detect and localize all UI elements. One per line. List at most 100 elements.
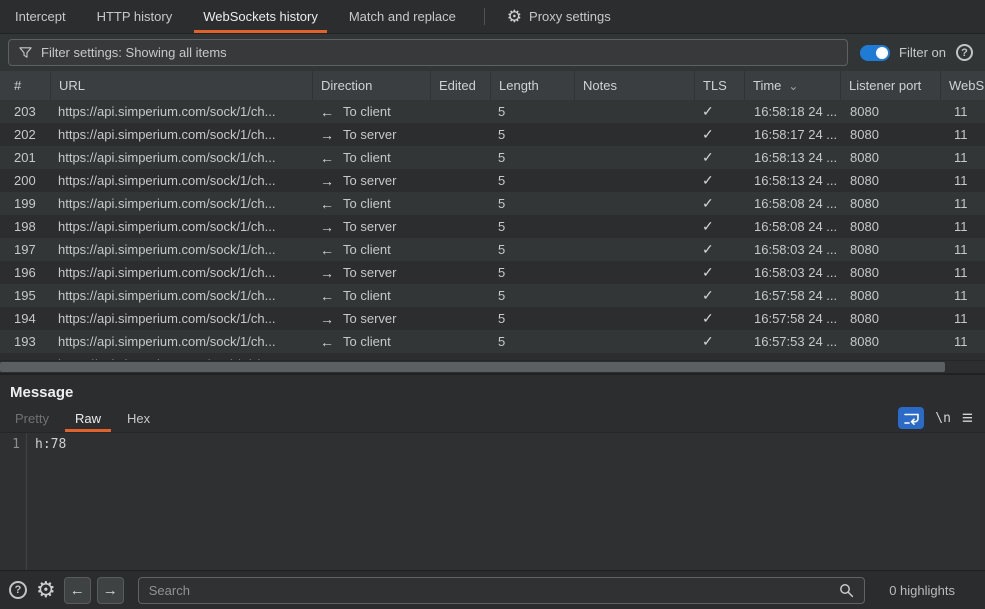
table-row[interactable]: 195https://api.simperium.com/sock/1/ch..… bbox=[0, 284, 985, 307]
table-body: 203https://api.simperium.com/sock/1/ch..… bbox=[0, 100, 985, 360]
cell-edited bbox=[430, 284, 490, 307]
table-row[interactable]: 202https://api.simperium.com/sock/1/ch..… bbox=[0, 123, 985, 146]
column-header-time[interactable]: Time⌄ bbox=[744, 71, 840, 100]
column-header-websocket[interactable]: WebS bbox=[940, 71, 985, 100]
tab-websockets-history[interactable]: WebSockets history bbox=[190, 0, 331, 33]
column-label: Notes bbox=[583, 78, 617, 93]
tls-check-icon: ✓ bbox=[702, 218, 714, 235]
column-header-tls[interactable]: TLS bbox=[694, 71, 744, 100]
tab-divider bbox=[484, 8, 485, 25]
cell-edited bbox=[430, 353, 490, 360]
table-row[interactable]: 192https://api.simperium.com/sock/1/ch..… bbox=[0, 353, 985, 360]
cell-notes bbox=[574, 192, 694, 215]
tab-proxy-settings[interactable]: ⚙ Proxy settings bbox=[495, 0, 623, 33]
cell-listener-port: 8080 bbox=[840, 307, 940, 330]
cell-websocket: 11 bbox=[940, 169, 985, 192]
cell-num: 196 bbox=[0, 261, 50, 284]
cell-url: https://api.simperium.com/sock/1/ch... bbox=[50, 192, 312, 215]
search-settings-gear-icon[interactable]: ⚙ bbox=[36, 579, 56, 601]
direction-label: To server bbox=[343, 265, 396, 280]
tls-check-icon: ✓ bbox=[702, 195, 714, 212]
message-tab-hex[interactable]: Hex bbox=[114, 404, 163, 432]
cell-length: 5 bbox=[490, 215, 574, 238]
search-help-icon[interactable]: ? bbox=[9, 581, 27, 599]
message-editor[interactable]: 1 h:78 bbox=[0, 433, 985, 570]
message-tab-row: PrettyRawHex \n ≡ bbox=[0, 404, 985, 433]
cell-time: 16:58:18 24 ... bbox=[744, 100, 840, 123]
direction-label: To client bbox=[343, 150, 391, 165]
cell-tls: ✓ bbox=[694, 123, 744, 146]
table-row[interactable]: 200https://api.simperium.com/sock/1/ch..… bbox=[0, 169, 985, 192]
proxy-settings-label: Proxy settings bbox=[529, 9, 611, 24]
cell-url: https://api.simperium.com/sock/1/ch... bbox=[50, 307, 312, 330]
column-header-edited[interactable]: Edited bbox=[430, 71, 490, 100]
filter-help-icon[interactable]: ? bbox=[956, 44, 973, 61]
table-row[interactable]: 194https://api.simperium.com/sock/1/ch..… bbox=[0, 307, 985, 330]
table-row[interactable]: 197https://api.simperium.com/sock/1/ch..… bbox=[0, 238, 985, 261]
column-label: TLS bbox=[703, 78, 727, 93]
column-header-length[interactable]: Length bbox=[490, 71, 574, 100]
column-header-num[interactable]: # bbox=[0, 71, 50, 100]
cell-direction: ←To client bbox=[312, 330, 430, 353]
tab-intercept[interactable]: Intercept bbox=[2, 0, 79, 33]
table-row[interactable]: 201https://api.simperium.com/sock/1/ch..… bbox=[0, 146, 985, 169]
tab-match-and-replace[interactable]: Match and replace bbox=[336, 0, 469, 33]
to-client-arrow-icon: ← bbox=[320, 150, 334, 166]
cell-edited bbox=[430, 146, 490, 169]
cell-websocket: 11 bbox=[940, 100, 985, 123]
column-header-url[interactable]: URL bbox=[50, 71, 312, 100]
message-tab-strip: PrettyRawHex bbox=[2, 404, 163, 432]
table-row[interactable]: 198https://api.simperium.com/sock/1/ch..… bbox=[0, 215, 985, 238]
message-tab-raw[interactable]: Raw bbox=[62, 404, 114, 432]
message-panel: Message PrettyRawHex \n ≡ 1 bbox=[0, 375, 985, 570]
tab-http-history[interactable]: HTTP history bbox=[84, 0, 186, 33]
cell-time: 16:57:58 24 ... bbox=[744, 307, 840, 330]
column-header-listener-port[interactable]: Listener port bbox=[840, 71, 940, 100]
cell-websocket: 11 bbox=[940, 215, 985, 238]
table-row[interactable]: 203https://api.simperium.com/sock/1/ch..… bbox=[0, 100, 985, 123]
table-row[interactable]: 199https://api.simperium.com/sock/1/ch..… bbox=[0, 192, 985, 215]
cell-notes bbox=[574, 146, 694, 169]
cell-time: 16:58:08 24 ... bbox=[744, 215, 840, 238]
cell-url: https://api.simperium.com/sock/1/ch... bbox=[50, 123, 312, 146]
cell-tls: ✓ bbox=[694, 192, 744, 215]
cell-direction: →To server bbox=[312, 261, 430, 284]
websockets-history-table: # URLDirectionEditedLength Notes TLS Time⌄Li… bbox=[0, 71, 985, 373]
cell-notes bbox=[574, 353, 694, 360]
column-label: # bbox=[14, 78, 21, 93]
cell-num: 198 bbox=[0, 215, 50, 238]
previous-match-button[interactable]: ← bbox=[64, 577, 91, 604]
cell-url: https://api.simperium.com/sock/1/ch... bbox=[50, 169, 312, 192]
tab-label: WebSockets history bbox=[203, 9, 318, 24]
table-row[interactable]: 196https://api.simperium.com/sock/1/ch..… bbox=[0, 261, 985, 284]
horizontal-scrollbar[interactable] bbox=[0, 360, 985, 373]
cell-length: 5 bbox=[490, 284, 574, 307]
cell-length: 5 bbox=[490, 123, 574, 146]
column-header-notes[interactable]: Notes bbox=[574, 71, 694, 100]
filter-toggle[interactable] bbox=[860, 45, 890, 61]
table-row[interactable]: 193https://api.simperium.com/sock/1/ch..… bbox=[0, 330, 985, 353]
horizontal-scrollbar-thumb[interactable] bbox=[0, 362, 945, 372]
direction-label: To server bbox=[343, 219, 396, 234]
filter-settings-box[interactable]: Filter settings: Showing all items bbox=[8, 39, 848, 66]
cell-direction: →To server bbox=[312, 169, 430, 192]
message-panel-title: Message bbox=[0, 375, 985, 404]
cell-time: 16:58:13 24 ... bbox=[744, 146, 840, 169]
word-wrap-button[interactable] bbox=[898, 407, 924, 429]
cell-tls: ✓ bbox=[694, 215, 744, 238]
cell-num: 195 bbox=[0, 284, 50, 307]
magnifier-icon bbox=[839, 583, 854, 598]
column-header-direction[interactable]: Direction bbox=[312, 71, 430, 100]
cell-edited bbox=[430, 100, 490, 123]
cell-num: 193 bbox=[0, 330, 50, 353]
hamburger-menu-icon[interactable]: ≡ bbox=[962, 409, 973, 428]
search-button[interactable] bbox=[828, 578, 864, 603]
cell-notes bbox=[574, 238, 694, 261]
next-match-button[interactable]: → bbox=[97, 577, 124, 604]
tab-label: Intercept bbox=[15, 9, 66, 24]
search-input[interactable] bbox=[139, 578, 828, 603]
editor-line-text: h:78 bbox=[35, 436, 985, 454]
to-client-arrow-icon: ← bbox=[320, 104, 334, 120]
show-newlines-button[interactable]: \n bbox=[935, 411, 951, 426]
editor-code[interactable]: h:78 bbox=[27, 433, 985, 570]
